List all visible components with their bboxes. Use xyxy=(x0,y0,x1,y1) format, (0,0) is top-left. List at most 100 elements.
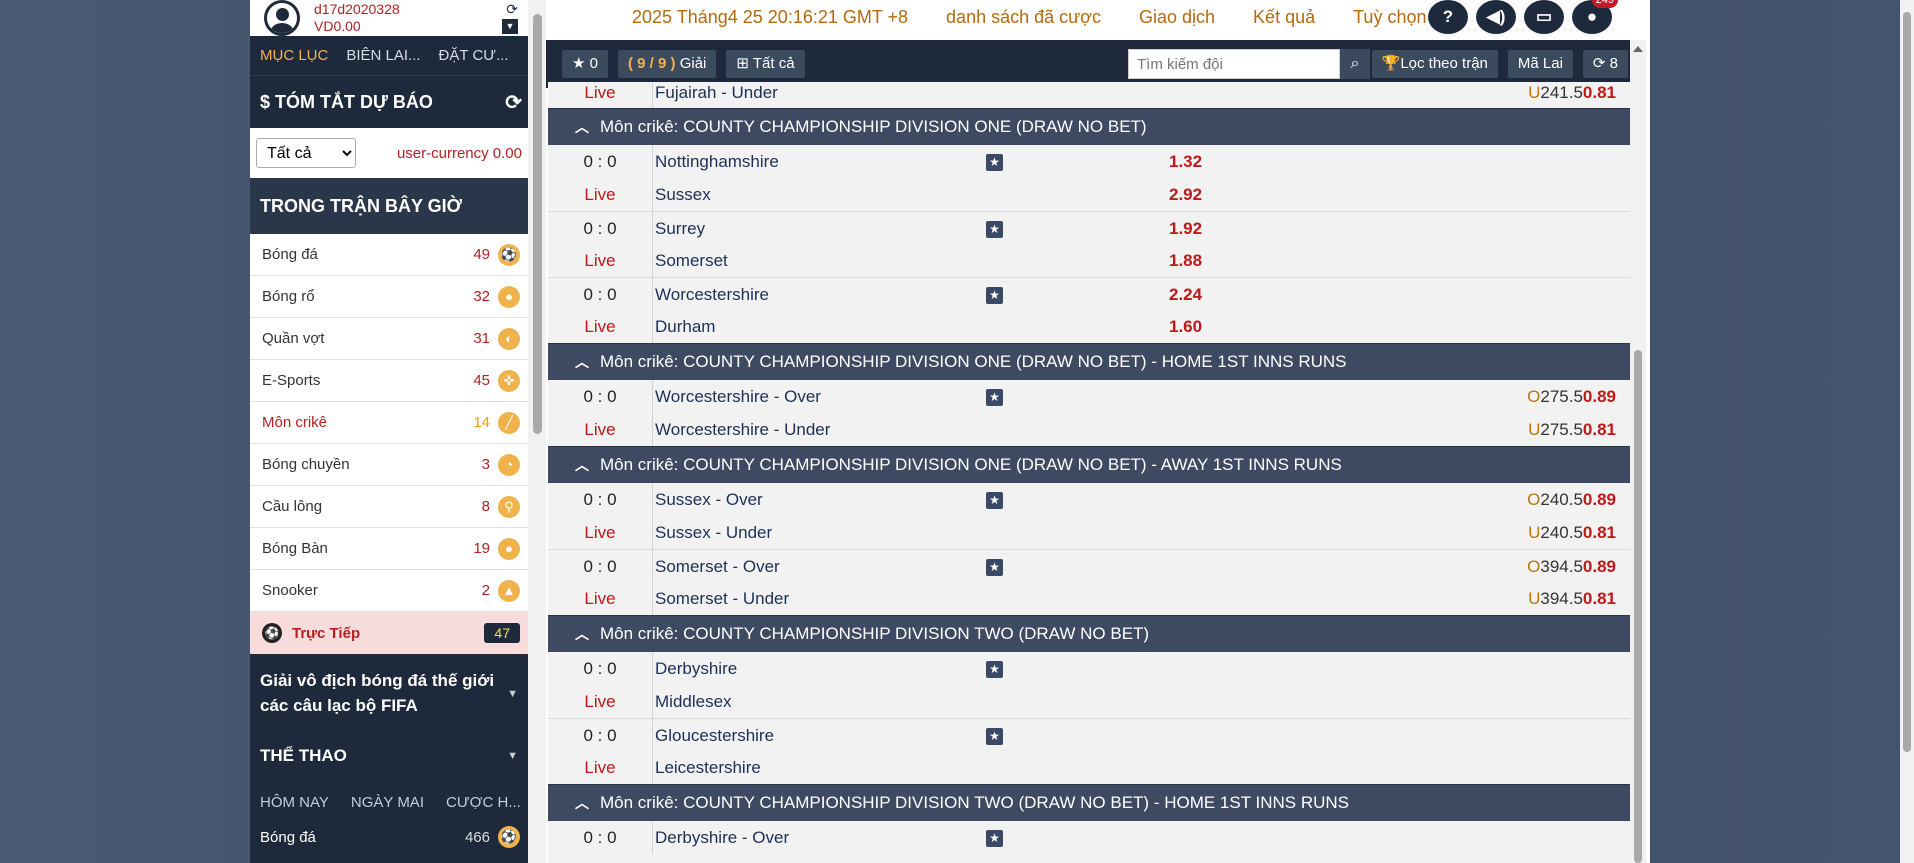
favorite-star-icon[interactable]: ★ xyxy=(986,661,1003,678)
sidebar-item-sport[interactable]: E-Sports 45 ✜ xyxy=(250,360,528,402)
results-link[interactable]: Kết quả xyxy=(1253,7,1315,28)
home-team[interactable]: Worcestershire - Over xyxy=(655,387,821,407)
home-odds[interactable]: 1.92 xyxy=(1169,219,1202,239)
tab-early[interactable]: CƯỢC H... xyxy=(446,794,521,811)
sidebar-item-sport[interactable]: Bóng rổ 32 ● xyxy=(250,276,528,318)
avatar-icon[interactable] xyxy=(264,0,300,36)
chevron-up-icon[interactable]: ︿ xyxy=(575,455,589,475)
options-link[interactable]: Tuỳ chọn xyxy=(1353,7,1426,28)
away-team[interactable]: Sussex xyxy=(655,185,711,205)
bet-filter-select[interactable]: Tất cả xyxy=(256,138,356,168)
page-scroll-thumb[interactable] xyxy=(1903,12,1911,752)
odds-type-button[interactable]: Mã Lai xyxy=(1507,50,1573,78)
away-team[interactable]: Leicestershire xyxy=(655,758,761,778)
tab-menu[interactable]: MỤC LỤC xyxy=(260,47,328,64)
home-odds[interactable]: 2.24 xyxy=(1169,285,1202,305)
home-team[interactable]: Gloucestershire xyxy=(655,726,774,746)
favorite-star-icon[interactable]: ★ xyxy=(986,287,1003,304)
badminton-icon: ⚲ xyxy=(498,495,520,518)
refresh-summary-icon[interactable]: ⟳ xyxy=(505,90,522,115)
live-item[interactable]: ⚽ Trực Tiếp 47 xyxy=(250,612,528,654)
sidebar-item-soccer[interactable]: Bóng đá 466 ⚽ xyxy=(250,820,528,854)
sound-icon[interactable]: ◀) xyxy=(1476,0,1516,34)
home-team[interactable]: Derbyshire xyxy=(655,659,737,679)
league-header[interactable]: ︿ Môn crikê: COUNTY CHAMPIONSHIP DIVISION… xyxy=(548,108,1630,145)
sidebar-item-sport[interactable]: Môn crikê 14 ╱ xyxy=(250,402,528,444)
away-odds[interactable]: 1.60 xyxy=(1169,317,1202,337)
refresh-balance-icon[interactable]: ⟳ xyxy=(506,1,518,18)
chevron-up-icon[interactable]: ︿ xyxy=(575,624,589,644)
over-odds[interactable]: O394.50.89 xyxy=(1527,557,1616,577)
home-team[interactable]: Somerset - Over xyxy=(655,557,780,577)
chevron-up-icon[interactable]: ︿ xyxy=(575,352,589,372)
under-odds[interactable]: U240.50.81 xyxy=(1528,523,1616,543)
sport-name: Bóng Bàn xyxy=(262,540,328,557)
home-team[interactable]: Derbyshire - Over xyxy=(655,828,789,848)
sports-section[interactable]: THỂ THAO ▼ xyxy=(250,728,528,784)
away-team[interactable]: Middlesex xyxy=(655,692,732,712)
home-team[interactable]: Worcestershire xyxy=(655,285,769,305)
team-name[interactable]: Fujairah - Under xyxy=(655,83,778,103)
chevron-up-icon[interactable]: ︿ xyxy=(575,117,589,137)
home-odds[interactable]: 1.32 xyxy=(1169,152,1202,172)
away-team[interactable]: Durham xyxy=(655,317,715,337)
favorite-star-icon[interactable]: ★ xyxy=(986,492,1003,509)
sidebar-scroll-thumb[interactable] xyxy=(533,14,542,434)
scroll-up-arrow-icon[interactable] xyxy=(1633,46,1643,52)
favorite-star-icon[interactable]: ★ xyxy=(986,830,1003,847)
chevron-up-icon[interactable]: ︿ xyxy=(575,793,589,813)
bet-list-link[interactable]: danh sách đã cược xyxy=(946,7,1101,28)
over-odds[interactable]: O275.50.89 xyxy=(1527,387,1616,407)
favorite-star-icon[interactable]: ★ xyxy=(986,559,1003,576)
sidebar-item-sport[interactable]: Bóng Bàn 19 ● xyxy=(250,528,528,570)
monitor-icon[interactable]: ▭ xyxy=(1524,0,1564,34)
user-menu-chevron-icon[interactable]: ▼ xyxy=(502,19,518,34)
all-button[interactable]: ⊞ Tất cả xyxy=(726,50,805,78)
league-header[interactable]: ︿ Môn crikê: COUNTY CHAMPIONSHIP DIVISION… xyxy=(548,615,1630,652)
away-team[interactable]: Worcestershire - Under xyxy=(655,420,830,440)
sidebar-item-sport[interactable]: Cầu lông 8 ⚲ xyxy=(250,486,528,528)
favorite-star-icon[interactable]: ★ xyxy=(986,728,1003,745)
tab-today[interactable]: HÔM NAY xyxy=(260,794,329,811)
home-team[interactable]: Nottinghamshire xyxy=(655,152,779,172)
chat-icon[interactable]: ● 249 xyxy=(1572,0,1618,34)
favorite-star-icon[interactable]: ★ xyxy=(986,389,1003,406)
away-team[interactable]: Somerset - Under xyxy=(655,589,789,609)
transactions-link[interactable]: Giao dịch xyxy=(1139,7,1215,28)
sidebar-item-sport[interactable]: Quần vợt 31 ◐ xyxy=(250,318,528,360)
home-team[interactable]: Surrey xyxy=(655,219,705,239)
away-team[interactable]: Sussex - Under xyxy=(655,523,772,543)
team-search-input[interactable] xyxy=(1128,49,1340,79)
favorite-star-icon[interactable]: ★ xyxy=(986,221,1003,238)
match-filter-button[interactable]: 🏆Lọc theo trận xyxy=(1371,50,1498,78)
home-team[interactable]: Sussex - Over xyxy=(655,490,763,510)
under-odds[interactable]: U394.50.81 xyxy=(1528,589,1616,609)
league-header[interactable]: ︿ Môn crikê: COUNTY CHAMPIONSHIP DIVISION… xyxy=(548,343,1630,380)
sidebar-item-sport[interactable]: Bóng đá 49 ⚽ xyxy=(250,234,528,276)
tab-tomorrow[interactable]: NGÀY MAI xyxy=(351,794,424,811)
favorite-star-icon[interactable]: ★ xyxy=(986,154,1003,171)
tab-bets[interactable]: ĐẶT CƯ... xyxy=(439,47,509,64)
under-odds[interactable]: U275.50.81 xyxy=(1528,420,1616,440)
league-header[interactable]: ︿ Môn crikê: COUNTY CHAMPIONSHIP DIVISION… xyxy=(548,784,1630,821)
league-select-button[interactable]: ( 9 / 9 ) Giải xyxy=(617,50,717,78)
match-score: 0 : 0 xyxy=(583,557,617,576)
help-icon[interactable]: ? xyxy=(1428,0,1468,34)
tab-receipts[interactable]: BIÊN LAI... xyxy=(346,47,420,64)
main-scroll-thumb[interactable] xyxy=(1634,350,1642,863)
league-header[interactable]: ︿ Môn crikê: COUNTY CHAMPIONSHIP DIVISION… xyxy=(548,446,1630,483)
league-title: Môn crikê: COUNTY CHAMPIONSHIP DIVISION … xyxy=(600,793,1350,812)
sport-count: 3 xyxy=(481,456,490,473)
away-team[interactable]: Somerset xyxy=(655,251,728,271)
sidebar-item-sport[interactable]: Bóng chuyền 3 ◔ xyxy=(250,444,528,486)
over-odds[interactable]: O240.50.89 xyxy=(1527,490,1616,510)
away-odds[interactable]: 1.88 xyxy=(1169,251,1202,271)
favorites-button[interactable]: ★ 0 xyxy=(562,50,608,78)
away-odds[interactable]: 2.92 xyxy=(1169,185,1202,205)
refresh-button[interactable]: ⟳ 8 xyxy=(1582,50,1628,78)
table-row: 0 : 0 Surrey ★ 1.92 xyxy=(548,211,1630,244)
sidebar-item-sport[interactable]: Snooker 2 ▲ xyxy=(250,570,528,612)
ou-type: U xyxy=(1528,420,1541,439)
ou-odds[interactable]: U241.50.81 xyxy=(1528,83,1616,103)
fifa-section[interactable]: Giải vô địch bóng đá thế giới các câu lạ… xyxy=(250,654,528,728)
